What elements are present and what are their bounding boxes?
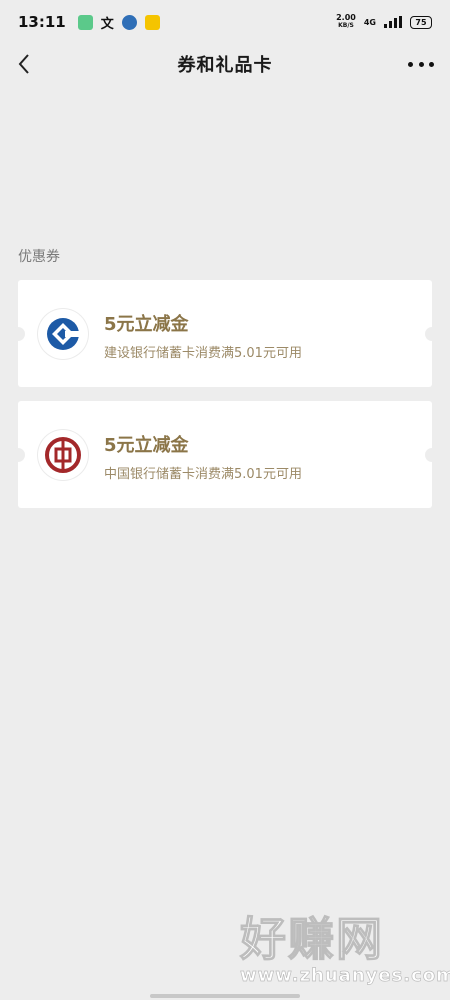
status-left: 13:11 文 [18,13,160,32]
status-bar: 13:11 文 2.00 KB/S 4G 75 [0,0,450,44]
network-speed-value: 2.00 [336,13,356,22]
network-speed-unit: KB/S [338,22,354,29]
watermark: 好赚网 www.zhuanyes.com [239,912,450,988]
meituan-app-icon [144,14,160,30]
ccb-logo-icon [38,309,88,359]
coupon-card[interactable]: 5元立减金 建设银行储蓄卡消费满5.01元可用 [11,280,439,387]
bank-app-icon [121,14,137,30]
signal-icon [384,16,402,28]
translate-app-icon: 文 [100,16,114,32]
more-dot-icon [418,61,424,67]
more-dot-icon [408,61,413,67]
section-label-coupons: 优惠券 [18,249,60,265]
coupon-description: 建设银行储蓄卡消费满5.01元可用 [104,346,302,361]
boc-logo-icon [38,430,88,480]
back-button[interactable] [12,48,42,80]
more-button[interactable] [408,54,434,74]
coupon-card[interactable]: 5元立减金 中国银行储蓄卡消费满5.01元可用 [11,401,439,508]
coupon-notch-right [425,327,439,341]
top-nav-bar: 券和礼品卡 [0,44,450,84]
ccb-logo-icon [47,318,79,350]
status-time: 13:11 [18,13,66,31]
coupon-description: 中国银行储蓄卡消费满5.01元可用 [104,467,302,482]
home-indicator[interactable] [150,994,300,998]
coupon-notch-left [11,327,25,341]
coupon-title: 5元立减金 [104,314,189,335]
network-type: 4G [363,17,376,27]
coupon-notch-right [425,448,439,462]
network-speed: 2.00 KB/S [336,14,356,30]
watermark-text: 好赚网 [239,912,384,966]
more-dot-icon [429,61,434,67]
page-title: 券和礼品卡 [177,55,273,76]
status-right: 2.00 KB/S 4G 75 [336,14,432,30]
chevron-left-icon [18,54,29,74]
battery-icon: 75 [410,15,432,29]
coupon-notch-left [11,448,25,462]
boc-logo-icon [45,437,81,473]
coupon-title: 5元立减金 [104,435,189,456]
watermark-url: www.zhuanyes.com [240,965,450,987]
notification-app-icon [77,14,93,30]
